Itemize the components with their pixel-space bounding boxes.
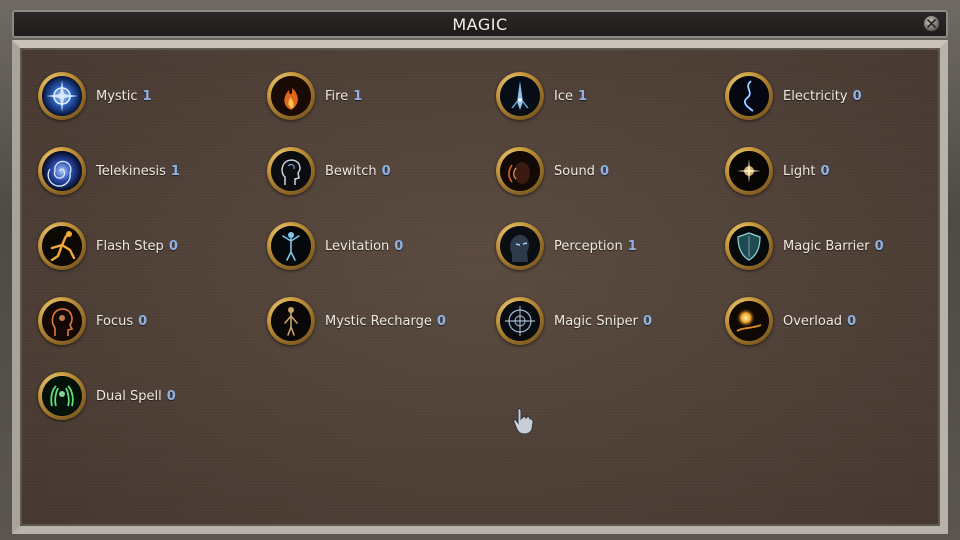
- skill-level: 1: [142, 88, 152, 104]
- electricity-icon: [729, 76, 769, 116]
- skill-label: Light: [783, 163, 816, 179]
- flash-step-icon: [42, 226, 82, 266]
- skill-magic-barrier[interactable]: Magic Barrier 0: [725, 220, 884, 272]
- skill-light[interactable]: Light 0: [725, 145, 830, 197]
- fire-icon: [271, 76, 311, 116]
- skill-label: Mystic Recharge: [325, 313, 432, 329]
- skill-label: Overload: [783, 313, 843, 329]
- dual-spell-icon: [42, 376, 82, 416]
- hand-cursor-icon: [513, 408, 534, 435]
- skill-label: Dual Spell: [96, 388, 162, 404]
- skills-panel: Mystic 1 Fire 1 Ice 1 Electricity 0 Tele…: [12, 40, 948, 534]
- skill-label: Electricity: [783, 88, 848, 104]
- skill-telekinesis[interactable]: Telekinesis 1: [38, 145, 180, 197]
- skill-focus[interactable]: Focus 0: [38, 295, 147, 347]
- skill-perception[interactable]: Perception 1: [496, 220, 637, 272]
- skill-level: 1: [577, 88, 588, 104]
- skill-label: Telekinesis: [96, 163, 166, 179]
- close-icon: [927, 19, 936, 28]
- skill-electricity[interactable]: Electricity 0: [725, 70, 862, 122]
- skill-level: 1: [170, 163, 180, 179]
- skill-label: Bewitch: [325, 163, 377, 179]
- skill-level: 1: [353, 88, 363, 104]
- light-icon: [729, 151, 769, 191]
- ice-icon: [500, 76, 540, 116]
- skill-dual-spell[interactable]: Dual Spell 0: [38, 370, 176, 422]
- skill-label: Ice: [554, 88, 573, 104]
- skill-mystic-recharge[interactable]: Mystic Recharge 0: [267, 295, 446, 347]
- overload-icon: [729, 301, 769, 341]
- focus-icon: [42, 301, 82, 341]
- skill-level: 0: [168, 238, 178, 254]
- skill-mystic[interactable]: Mystic 1: [38, 70, 152, 122]
- skill-magic-sniper[interactable]: Magic Sniper 0: [496, 295, 652, 347]
- mystic-recharge-icon: [271, 301, 311, 341]
- skill-level: 0: [138, 313, 148, 329]
- skill-level: 0: [599, 163, 609, 179]
- skill-ice[interactable]: Ice 1: [496, 70, 587, 122]
- skill-bewitch[interactable]: Bewitch 0: [267, 145, 391, 197]
- close-button[interactable]: [923, 15, 940, 32]
- telekinesis-icon: [42, 151, 82, 191]
- skill-label: Perception: [554, 238, 623, 254]
- magic-barrier-icon: [729, 226, 769, 266]
- skill-level: 1: [627, 238, 637, 254]
- skill-level: 0: [874, 238, 884, 254]
- skill-label: Levitation: [325, 238, 390, 254]
- sound-icon: [500, 151, 540, 191]
- title-bar: MAGIC: [12, 10, 948, 38]
- skill-level: 0: [394, 238, 404, 254]
- magic-window: MAGIC Mystic 1 Fire 1 Ice 1 Electricity …: [0, 0, 960, 540]
- skill-label: Flash Step: [96, 238, 164, 254]
- skill-level: 0: [643, 313, 653, 329]
- skill-label: Focus: [96, 313, 134, 329]
- window-title: MAGIC: [452, 15, 508, 34]
- skill-fire[interactable]: Fire 1: [267, 70, 362, 122]
- skill-overload[interactable]: Overload 0: [725, 295, 856, 347]
- levitation-icon: [271, 226, 311, 266]
- skill-flash-step[interactable]: Flash Step 0: [38, 220, 178, 272]
- skill-label: Magic Barrier: [783, 238, 870, 254]
- perception-icon: [500, 226, 540, 266]
- skill-label: Fire: [325, 88, 349, 104]
- skill-level: 0: [820, 163, 830, 179]
- skill-level: 0: [166, 388, 176, 404]
- bewitch-icon: [271, 151, 311, 191]
- magic-sniper-icon: [500, 301, 540, 341]
- skill-level: 0: [847, 313, 857, 329]
- skill-levitation[interactable]: Levitation 0: [267, 220, 403, 272]
- mystic-icon: [42, 76, 82, 116]
- skill-level: 0: [852, 88, 862, 104]
- skill-label: Mystic: [96, 88, 138, 104]
- skill-level: 0: [436, 313, 446, 329]
- skill-label: Sound: [554, 163, 595, 179]
- skill-sound[interactable]: Sound 0: [496, 145, 609, 197]
- skill-label: Magic Sniper: [554, 313, 639, 329]
- skill-level: 0: [381, 163, 391, 179]
